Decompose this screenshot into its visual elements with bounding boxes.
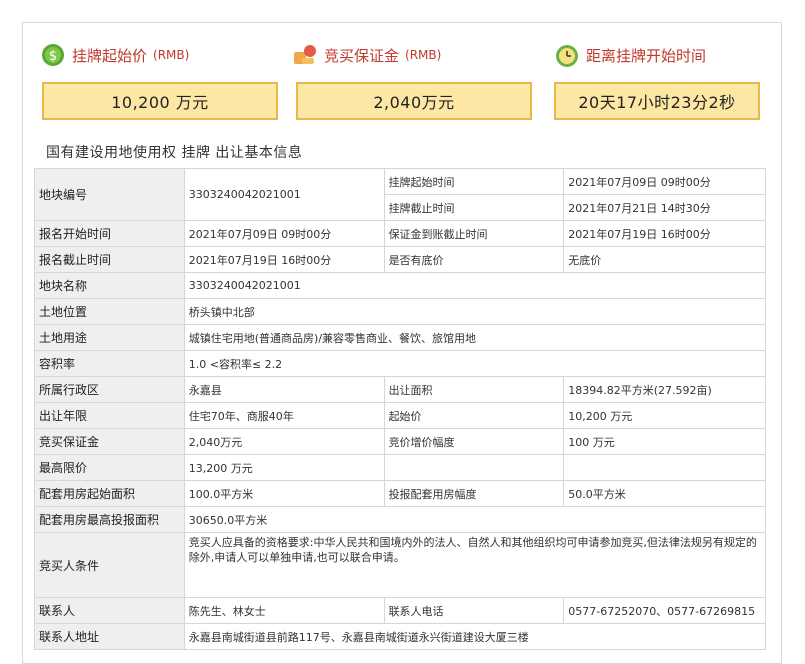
start-price-label: 起始价: [383, 402, 565, 429]
reg-end-label: 报名截止时间: [34, 246, 185, 273]
deposit-title: 竞买保证金: [324, 46, 400, 65]
table-row: 配套用房最高投报面积 30650.0平方米: [34, 506, 767, 533]
area-value: 18394.82平方米(27.592亩): [563, 376, 766, 403]
housing-step-label: 投报配套用房幅度: [383, 480, 565, 507]
table-row: 竞买人条件 竞买人应具备的资格要求:中华人民共和国境内外的法人、自然人和其他组织…: [34, 532, 767, 598]
clock-icon: [554, 42, 580, 68]
info-table: 地块编号 3303240042021001 挂牌起始时间 2021年07月09日…: [34, 168, 767, 650]
table-row: 出让年限 住宅70年、商服40年 起始价 10,200 万元: [34, 402, 766, 429]
countdown-card: 距离挂牌开始时间 20天17小时23分2秒: [554, 38, 774, 120]
listing-end-label: 挂牌截止时间: [383, 194, 565, 221]
housing-max-value: 30650.0平方米: [183, 506, 767, 533]
start-price-value: 10,200 万元: [42, 82, 278, 120]
deposit-deadline-label: 保证金到账截止时间: [383, 220, 565, 247]
parcel-name-label: 地块名称: [34, 272, 185, 299]
empty-cell: [563, 454, 766, 481]
far-value: 1.0 <容积率≤ 2.2: [183, 350, 767, 377]
table-row: 土地用途 城镇住宅用地(普通商品房)/兼容零售商业、餐饮、旅馆用地: [34, 324, 767, 351]
table-row: 联系人 陈先生、林女士 联系人电话 0577-67252070、0577-672…: [34, 597, 766, 624]
conditions-value: 竞买人应具备的资格要求:中华人民共和国境内外的法人、自然人和其他组织均可申请参加…: [183, 532, 767, 598]
location-label: 土地位置: [34, 298, 185, 325]
section-title: 国有建设用地使用权 挂牌 出让基本信息: [46, 145, 303, 161]
deposit-card: 竞买保证金 (RMB) 2,040万元: [292, 38, 532, 120]
phone-label: 联系人电话: [383, 597, 565, 624]
listing-start-label: 挂牌起始时间: [383, 168, 565, 195]
increment-value: 100 万元: [563, 428, 766, 455]
start-price-unit: (RMB): [153, 48, 190, 62]
start-price-title: 挂牌起始价: [72, 46, 148, 65]
money-icon: $: [40, 42, 66, 68]
reg-start-label: 报名开始时间: [34, 220, 185, 247]
start-price-card: $ 挂牌起始价 (RMB) 10,200 万元: [40, 38, 280, 120]
countdown-header: 距离挂牌开始时间: [554, 38, 706, 72]
housing-step-value: 50.0平方米: [563, 480, 766, 507]
usage-label: 土地用途: [34, 324, 185, 351]
deposit-table-value: 2,040万元: [183, 428, 385, 455]
max-price-value: 13,200 万元: [183, 454, 385, 481]
term-value: 住宅70年、商服40年: [183, 402, 385, 429]
table-row: 地块编号 3303240042021001 挂牌起始时间 2021年07月09日…: [34, 168, 766, 221]
table-row: 所属行政区 永嘉县 出让面积 18394.82平方米(27.592亩): [34, 376, 766, 403]
deposit-header: 竞买保证金 (RMB): [292, 38, 441, 72]
reg-start-value: 2021年07月09日 09时00分: [183, 220, 385, 247]
table-row: 地块名称 3303240042021001: [34, 272, 767, 299]
table-row: 竞买保证金 2,040万元 竞价增价幅度 100 万元: [34, 428, 766, 455]
district-label: 所属行政区: [34, 376, 185, 403]
term-label: 出让年限: [34, 402, 185, 429]
area-label: 出让面积: [383, 376, 565, 403]
parcel-name-value: 3303240042021001: [183, 272, 767, 299]
empty-cell: [383, 454, 565, 481]
countdown-title: 距离挂牌开始时间: [586, 46, 707, 65]
usage-value: 城镇住宅用地(普通商品房)/兼容零售商业、餐饮、旅馆用地: [183, 324, 767, 351]
housing-start-label: 配套用房起始面积: [34, 480, 185, 507]
svg-text:$: $: [49, 49, 57, 64]
listing-start-value: 2021年07月09日 09时00分: [563, 168, 766, 195]
start-price-table-value: 10,200 万元: [563, 402, 766, 429]
housing-max-label: 配套用房最高投报面积: [34, 506, 185, 533]
address-value: 永嘉县南城街道县前路117号、永嘉县南城街道永兴街道建设大厦三楼: [183, 623, 767, 650]
deposit-deadline-value: 2021年07月19日 16时00分: [563, 220, 766, 247]
deposit-value: 2,040万元: [296, 82, 532, 120]
deposit-label: 竞买保证金: [34, 428, 185, 455]
table-row: 配套用房起始面积 100.0平方米 投报配套用房幅度 50.0平方米: [34, 480, 766, 507]
housing-start-value: 100.0平方米: [183, 480, 385, 507]
max-price-label: 最高限价: [34, 454, 185, 481]
reserve-value: 无底价: [563, 246, 766, 273]
deposit-icon: [292, 42, 318, 68]
table-row: 容积率 1.0 <容积率≤ 2.2: [34, 350, 767, 377]
district-value: 永嘉县: [183, 376, 385, 403]
table-row: 最高限价 13,200 万元: [34, 454, 766, 481]
reg-end-value: 2021年07月19日 16时00分: [183, 246, 385, 273]
address-label: 联系人地址: [34, 623, 185, 650]
far-label: 容积率: [34, 350, 185, 377]
table-row: 联系人地址 永嘉县南城街道县前路117号、永嘉县南城街道永兴街道建设大厦三楼: [34, 623, 767, 650]
contact-label: 联系人: [34, 597, 185, 624]
contact-value: 陈先生、林女士: [183, 597, 385, 624]
reserve-label: 是否有底价: [383, 246, 565, 273]
countdown-value: 20天17小时23分2秒: [554, 82, 760, 120]
parcel-no-value: 3303240042021001: [183, 168, 385, 221]
location-value: 桥头镇中北部: [183, 298, 767, 325]
increment-label: 竞价增价幅度: [383, 428, 565, 455]
table-row: 报名截止时间 2021年07月19日 16时00分 是否有底价 无底价: [34, 246, 766, 273]
conditions-label: 竞买人条件: [34, 532, 185, 598]
listing-end-value: 2021年07月21日 14时30分: [563, 194, 766, 221]
start-price-header: $ 挂牌起始价 (RMB): [40, 38, 189, 72]
table-row: 报名开始时间 2021年07月09日 09时00分 保证金到账截止时间 2021…: [34, 220, 766, 247]
phone-value: 0577-67252070、0577-67269815: [563, 597, 766, 624]
table-row: 土地位置 桥头镇中北部: [34, 298, 767, 325]
deposit-unit: (RMB): [405, 48, 442, 62]
parcel-no-label: 地块编号: [34, 168, 185, 221]
